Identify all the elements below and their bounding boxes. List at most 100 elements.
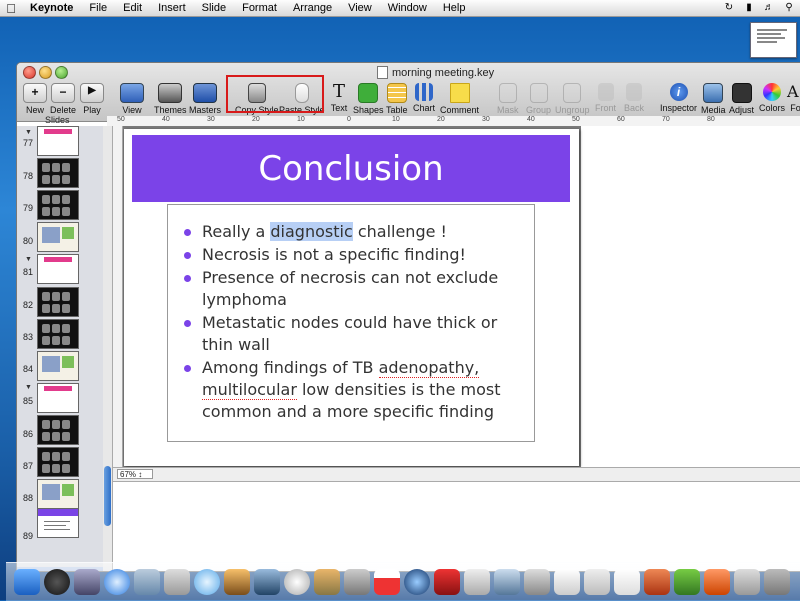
slide-thumbnail[interactable]: [37, 190, 79, 220]
delete-button[interactable]: − Delete: [50, 83, 76, 115]
slide-thumbnail[interactable]: [37, 126, 79, 156]
slide-title[interactable]: Conclusion: [132, 135, 570, 202]
iphoto-icon[interactable]: [224, 569, 250, 595]
slide-number: 79: [23, 203, 34, 213]
slide-thumbnail[interactable]: [37, 158, 79, 188]
powerpoint-icon[interactable]: [704, 569, 730, 595]
slide-thumbnail[interactable]: [37, 254, 79, 284]
slide-thumbnail-selected[interactable]: [37, 508, 79, 538]
menu-arrange[interactable]: Arrange: [285, 2, 340, 14]
system-preferences-icon[interactable]: [464, 569, 490, 595]
bullet-item[interactable]: Necrosis is not a specific finding!: [182, 244, 520, 266]
itunes-icon[interactable]: [194, 569, 220, 595]
bullet-item[interactable]: Really a diagnostic challenge !: [182, 221, 520, 243]
apple-menu-icon[interactable]: : [0, 1, 22, 16]
word-icon[interactable]: [644, 569, 670, 595]
ungroup-button[interactable]: Ungroup: [555, 83, 590, 115]
colors-button[interactable]: Colors: [759, 83, 785, 113]
slide-thumbnail[interactable]: [37, 479, 79, 509]
finder-icon[interactable]: [14, 569, 40, 595]
sync-icon[interactable]: ↻: [722, 2, 736, 14]
idvd-icon[interactable]: [284, 569, 310, 595]
comment-button[interactable]: Comment: [440, 83, 479, 115]
menu-view[interactable]: View: [340, 2, 380, 14]
slide-thumbnail[interactable]: [37, 447, 79, 477]
slide-navigator[interactable]: ▼ 77 78 79 80 ▼ 81 82 83 84 ▼ 85 86 87 8…: [17, 126, 104, 571]
excel-icon[interactable]: [674, 569, 700, 595]
zoom-popup[interactable]: 67% ↕: [117, 469, 153, 479]
network-icon[interactable]: [404, 569, 430, 595]
script-editor-icon[interactable]: [524, 569, 550, 595]
masters-button[interactable]: Masters: [189, 83, 221, 115]
back-button[interactable]: Back: [624, 83, 644, 113]
imovie-icon[interactable]: [254, 569, 280, 595]
menu-insert[interactable]: Insert: [150, 2, 194, 14]
minimize-button[interactable]: [39, 66, 52, 79]
bullet-item[interactable]: Among findings of TB adenopathy, multilo…: [182, 357, 520, 423]
view-button[interactable]: View: [120, 83, 144, 115]
navigator-scroll-thumb[interactable]: [104, 466, 111, 526]
slide-thumbnail[interactable]: [37, 415, 79, 445]
slide-body-textbox[interactable]: Really a diagnostic challenge ! Necrosis…: [167, 204, 535, 442]
text-button[interactable]: T Text: [328, 83, 350, 114]
zoom-button[interactable]: [55, 66, 68, 79]
trash-icon[interactable]: [764, 569, 790, 595]
dashboard-icon[interactable]: [44, 569, 70, 595]
new-button[interactable]: + New: [23, 83, 47, 115]
mask-button[interactable]: Mask: [497, 83, 519, 115]
slide-thumbnail[interactable]: [37, 319, 79, 349]
slide-canvas[interactable]: Conclusion Really a diagnostic challenge…: [124, 129, 579, 466]
bullet-item[interactable]: Presence of necrosis can not exclude lym…: [182, 267, 520, 311]
desktop-document-thumbnail[interactable]: [750, 22, 797, 58]
address-book-icon[interactable]: [164, 569, 190, 595]
disclosure-triangle-icon[interactable]: ▼: [25, 129, 32, 136]
slide-thumbnail[interactable]: [37, 222, 79, 252]
menu-window[interactable]: Window: [380, 2, 435, 14]
menu-app[interactable]: Keynote: [22, 2, 81, 14]
slide-thumbnail[interactable]: [37, 351, 79, 381]
mail-icon[interactable]: [74, 569, 100, 595]
navigator-scrollbar[interactable]: [103, 126, 113, 571]
bullet-item[interactable]: Metastatic nodes could have thick or thi…: [182, 312, 520, 356]
safari-icon[interactable]: [104, 569, 130, 595]
menu-slide[interactable]: Slide: [194, 2, 234, 14]
flashcard-icon[interactable]: [434, 569, 460, 595]
textedit-icon[interactable]: [554, 569, 580, 595]
themes-button[interactable]: Themes: [154, 83, 187, 115]
ical-icon[interactable]: [374, 569, 400, 595]
document-proxy-icon[interactable]: [377, 66, 388, 79]
close-button[interactable]: [23, 66, 36, 79]
adjust-button[interactable]: Adjust: [729, 83, 754, 115]
slide-thumbnail[interactable]: [37, 383, 79, 413]
volume-icon[interactable]: ♬: [762, 2, 776, 14]
disclosure-triangle-icon[interactable]: ▼: [25, 384, 32, 391]
preview-icon[interactable]: [344, 569, 370, 595]
menu-help[interactable]: Help: [435, 2, 474, 14]
presenter-notes-area[interactable]: [113, 481, 800, 571]
battery-icon[interactable]: ▮: [742, 2, 756, 14]
play-button[interactable]: ▶ Play: [80, 83, 104, 115]
menu-format[interactable]: Format: [234, 2, 285, 14]
fonts-button[interactable]: A Fon: [787, 83, 800, 114]
spotlight-icon[interactable]: ⚲: [782, 2, 796, 14]
selected-text[interactable]: diagnostic: [270, 222, 353, 241]
garageband-icon[interactable]: [314, 569, 340, 595]
disclosure-triangle-icon[interactable]: ▼: [25, 256, 32, 263]
group-button[interactable]: Group: [526, 83, 551, 115]
misspelled-word[interactable]: multilocular: [202, 380, 297, 400]
utility-icon[interactable]: [584, 569, 610, 595]
front-button[interactable]: Front: [595, 83, 616, 113]
media-button[interactable]: Media: [701, 83, 726, 115]
misspelled-word[interactable]: adenopathy,: [378, 358, 480, 378]
acrobat-icon[interactable]: [614, 569, 640, 595]
menu-edit[interactable]: Edit: [115, 2, 150, 14]
documents-folder-icon[interactable]: [734, 569, 760, 595]
menu-file[interactable]: File: [81, 2, 115, 14]
chart-button[interactable]: Chart: [413, 83, 435, 113]
ichat-icon[interactable]: [134, 569, 160, 595]
shapes-button[interactable]: Shapes: [353, 83, 384, 115]
keynote-icon[interactable]: [494, 569, 520, 595]
table-button[interactable]: Table: [386, 83, 408, 115]
inspector-button[interactable]: i Inspector: [660, 83, 697, 113]
slide-thumbnail[interactable]: [37, 287, 79, 317]
